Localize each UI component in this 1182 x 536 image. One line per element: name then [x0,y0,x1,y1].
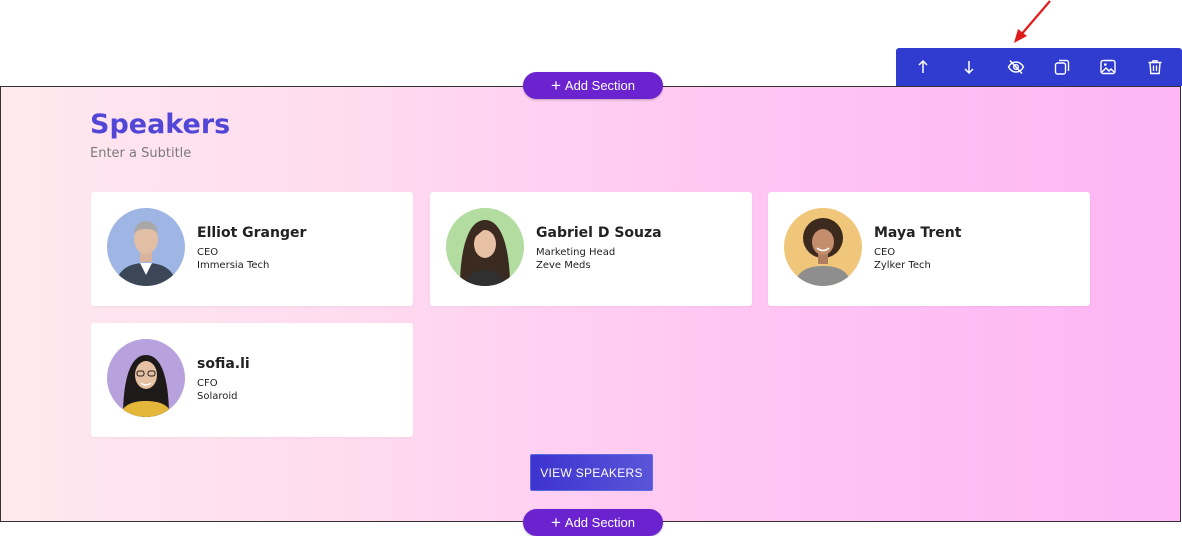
avatar [107,339,185,417]
avatar [107,208,185,286]
speaker-company: Solaroid [197,391,238,402]
avatar [446,208,524,286]
speaker-card[interactable]: Elliot Granger CEO Immersia Tech [91,192,413,306]
speaker-card[interactable]: Maya Trent CEO Zylker Tech [768,192,1090,306]
add-section-label: Add Section [564,515,636,530]
speaker-name: sofia.li [197,356,250,372]
duplicate-icon [1054,59,1070,75]
person-icon [784,208,862,286]
speaker-company: Zeve Meds [536,260,591,271]
view-speakers-button[interactable]: VIEW SPEAKERS [530,454,653,491]
trash-icon [1148,60,1162,75]
add-section-top-button[interactable]: + Add Section [523,72,663,99]
speaker-name: Maya Trent [874,225,962,241]
background-image-button[interactable] [1093,52,1123,82]
image-icon [1100,59,1117,75]
speaker-card[interactable]: sofia.li CFO Solaroid [91,323,413,437]
speaker-role: CEO [874,247,896,258]
add-section-label: Add Section [564,78,636,93]
eye-off-icon [1007,59,1025,75]
speaker-role: Marketing Head [536,247,616,258]
section-toolbar [896,48,1182,86]
move-down-button[interactable] [954,52,984,82]
hide-section-button[interactable] [1001,52,1031,82]
section-title[interactable]: Speakers [90,109,230,140]
move-up-button[interactable] [908,52,938,82]
speaker-role: CFO [197,378,218,389]
section-subtitle[interactable]: Enter a Subtitle [90,146,191,161]
plus-icon: + [550,513,561,532]
delete-section-button[interactable] [1140,52,1170,82]
speaker-name: Gabriel D Souza [536,225,662,241]
plus-icon: + [550,76,561,95]
person-icon [107,208,185,286]
speaker-company: Zylker Tech [874,260,931,271]
speaker-card[interactable]: Gabriel D Souza Marketing Head Zeve Meds [430,192,752,306]
arrow-down-icon [964,61,975,75]
avatar [784,208,862,286]
annotation-arrow-icon [1014,0,1051,43]
speaker-company: Immersia Tech [197,260,270,271]
speaker-role: CEO [197,247,219,258]
speaker-name: Elliot Granger [197,225,307,241]
add-section-bottom-button[interactable]: + Add Section [523,509,663,536]
arrow-up-icon [918,59,928,73]
person-icon [107,339,185,417]
person-icon [446,208,524,286]
duplicate-button[interactable] [1047,52,1077,82]
